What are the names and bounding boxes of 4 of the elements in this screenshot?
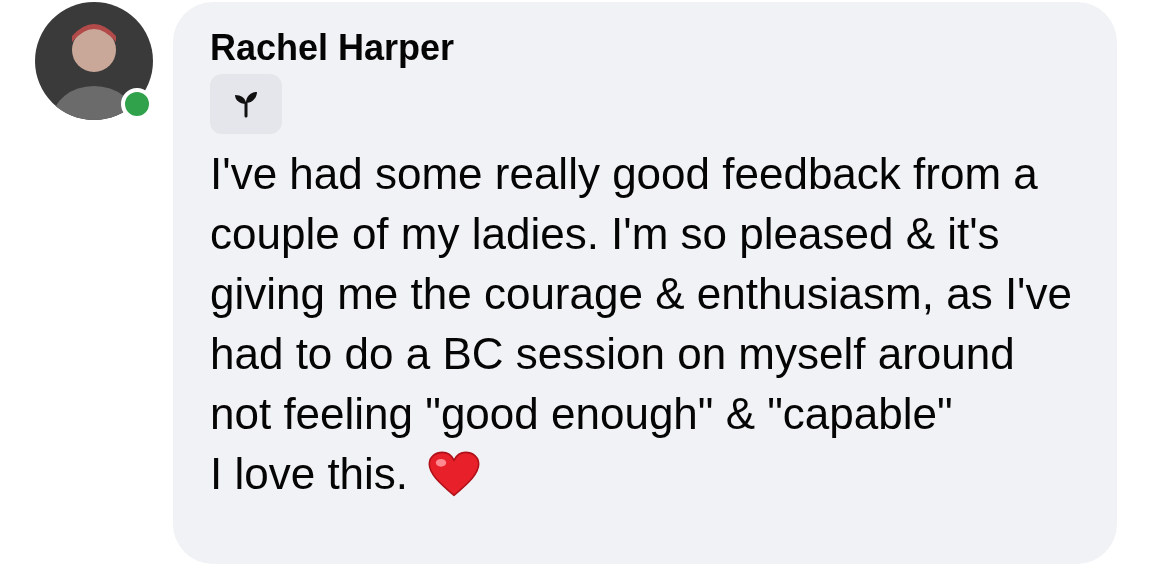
comment-text: I've had some really good feedback from a couple of my ladies. I'm so pleased & it's giving me the courage & enthusiasm, as I've had to do a BC session on myself around not feeling "good enough" & "capable" bbox=[210, 148, 1073, 440]
sprout-badge-icon[interactable] bbox=[210, 74, 282, 134]
comment-text: I love this. bbox=[210, 448, 409, 500]
author-name[interactable]: Rachel Harper bbox=[210, 28, 1087, 68]
